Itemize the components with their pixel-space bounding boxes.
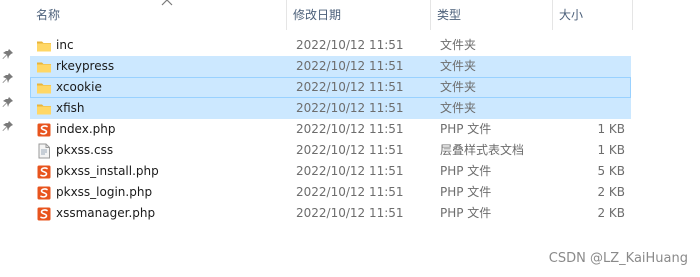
file-type: PHP 文件 [440,206,492,220]
file-modified: 2022/10/12 11:51 [296,143,404,157]
file-type: 文件夹 [440,80,477,94]
file-size: 1 KB [597,122,625,136]
column-type-label: 类型 [437,8,462,22]
column-modified-header[interactable]: 修改日期 [287,0,431,30]
file-row[interactable]: xssmanager.php 2022/10/12 11:51 PHP 文件 2 KB [30,203,631,224]
file-name: rkeypress [56,59,115,73]
folder-row[interactable]: inc 2022/10/12 11:51 文件夹 [30,35,631,56]
file-type: PHP 文件 [440,164,492,178]
file-type: 文件夹 [440,38,477,52]
folder-icon [36,80,52,96]
folder-icon [36,101,52,117]
watermark: CSDN @LZ_KaiHuang [548,251,688,266]
file-size: 1 KB [597,143,625,157]
file-row[interactable]: index.php 2022/10/12 11:51 PHP 文件 1 KB [30,119,631,140]
folder-row[interactable]: rkeypress 2022/10/12 11:51 文件夹 [30,56,631,77]
css-file-icon [36,143,52,159]
php-file-icon [36,164,52,180]
file-name: index.php [56,122,116,136]
file-name: xfish [56,101,85,115]
php-file-icon [36,185,52,201]
file-modified: 2022/10/12 11:51 [296,80,404,94]
file-name: pkxss_login.php [56,185,153,199]
file-modified: 2022/10/12 11:51 [296,185,404,199]
column-type-header[interactable]: 类型 [431,0,553,30]
pin-icon[interactable] [2,120,14,132]
file-size: 2 KB [597,206,625,220]
file-name: xssmanager.php [56,206,156,220]
file-modified: 2022/10/12 11:51 [296,164,404,178]
file-name: inc [56,38,74,52]
file-size: 5 KB [597,164,625,178]
quick-access-pins [0,0,22,277]
file-modified: 2022/10/12 11:51 [296,206,404,220]
file-name: pkxss_install.php [56,164,159,178]
php-file-icon [36,206,52,222]
file-size: 2 KB [597,185,625,199]
column-size-header[interactable]: 大小 [553,0,633,30]
file-type: 层叠样式表文档 [440,143,525,157]
pin-icon[interactable] [2,72,14,84]
file-type: 文件夹 [440,59,477,73]
file-type: PHP 文件 [440,185,492,199]
file-name: xcookie [56,80,102,94]
file-row[interactable]: pkxss_install.php 2022/10/12 11:51 PHP 文件 5… [30,161,631,182]
pin-icon[interactable] [2,48,14,60]
file-type: PHP 文件 [440,122,492,136]
file-modified: 2022/10/12 11:51 [296,59,404,73]
folder-row[interactable]: xcookie 2022/10/12 11:51 文件夹 [30,77,631,98]
folder-row[interactable]: xfish 2022/10/12 11:51 文件夹 [30,98,631,119]
column-header: 名称 修改日期 类型 大小 [22,0,700,30]
pin-icon[interactable] [2,96,14,108]
column-name-header[interactable]: 名称 [30,0,287,30]
file-name: pkxss.css [56,143,114,157]
file-type: 文件夹 [440,101,477,115]
folder-icon [36,59,52,75]
file-modified: 2022/10/12 11:51 [296,38,404,52]
column-name-label: 名称 [36,8,61,22]
php-file-icon [36,122,52,138]
folder-icon [36,38,52,54]
column-size-label: 大小 [559,8,584,22]
column-modified-label: 修改日期 [293,8,342,22]
sort-ascending-icon [161,0,173,6]
file-modified: 2022/10/12 11:51 [296,122,404,136]
file-modified: 2022/10/12 11:51 [296,101,404,115]
file-row[interactable]: pkxss.css 2022/10/12 11:51 层叠样式表文档 1 KB [30,140,631,161]
file-row[interactable]: pkxss_login.php 2022/10/12 11:51 PHP 文件 2 K… [30,182,631,203]
